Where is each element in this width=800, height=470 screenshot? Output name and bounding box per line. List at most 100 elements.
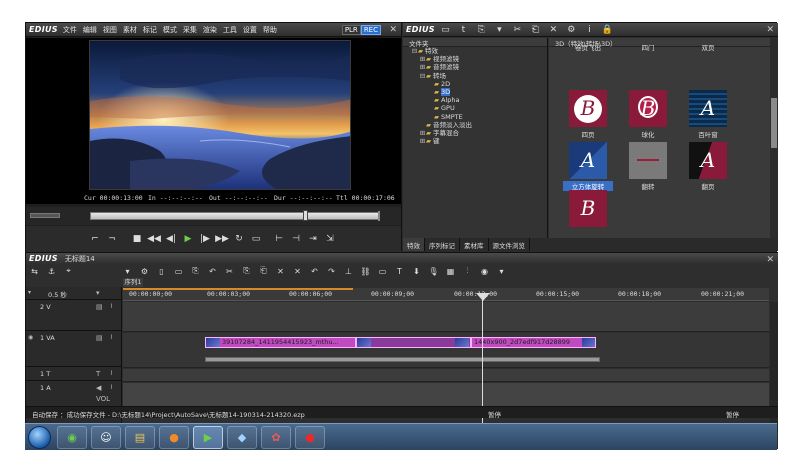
close-icon[interactable]: ✕ (389, 25, 397, 35)
lock-track-icon[interactable]: ◉ (28, 334, 36, 342)
tab-effects[interactable]: 特效 (403, 238, 425, 251)
tree-item[interactable]: ⊞▰ 字幕混合 (403, 129, 547, 137)
track-header-1t[interactable]: 1 T T ⌇ (26, 368, 122, 381)
video-track-icon[interactable]: ▤ (96, 303, 103, 311)
menu-view[interactable]: 视图 (103, 25, 117, 35)
delete-tool-icon[interactable]: ✕ (275, 266, 286, 277)
menu-clip[interactable]: 素材 (123, 25, 137, 35)
tree-item[interactable]: ⊟▰ 特效 (403, 47, 547, 55)
palette-close-icon[interactable]: ✕ (766, 25, 774, 35)
tree-item[interactable]: ▰ 3D (403, 87, 547, 96)
cut-icon[interactable]: ✂ (512, 25, 523, 35)
tree-toggle-icon[interactable]: ⊞ (419, 129, 426, 137)
delete-icon[interactable]: ✕ (548, 25, 559, 35)
tree-item[interactable]: ⊞▰ 音频滤镜 (403, 63, 547, 71)
lane-2v[interactable] (123, 302, 769, 332)
new-sequence-icon[interactable]: ▯ (156, 266, 167, 277)
save-project-icon[interactable]: ⎘ (190, 266, 201, 277)
effect-thumb[interactable]: B 球化 (623, 90, 673, 140)
new-folder-icon[interactable]: ⎘ (476, 25, 487, 35)
tree-toggle-icon[interactable]: ⊞ (419, 137, 426, 145)
menu-file[interactable]: 文件 (63, 25, 77, 35)
effect-thumb[interactable]: A 立方体旋转 (563, 142, 613, 192)
copy-icon[interactable]: ⎘ (241, 266, 252, 277)
view-icon[interactable]: ▾ (494, 25, 505, 35)
app-qq-icon[interactable]: ☺ (91, 426, 121, 449)
marker-icon[interactable]: ▭ (377, 266, 388, 277)
tree-item[interactable]: ▰ GPU (403, 104, 547, 112)
lock-icon[interactable]: 🔒 (602, 25, 613, 35)
title-icon[interactable]: T (394, 266, 405, 277)
menu-render[interactable]: 渲染 (203, 25, 217, 35)
position-knob[interactable] (303, 210, 308, 221)
effect-thumb[interactable]: B (563, 190, 613, 238)
tree-item[interactable]: ▰ SMPTE (403, 113, 547, 121)
insert-icon[interactable]: ⊢ (272, 232, 286, 246)
transition-clip[interactable] (356, 337, 471, 348)
app-firefox-icon[interactable]: ● (159, 426, 189, 449)
settings-icon[interactable]: ⚙ (566, 25, 577, 35)
sequence-icon[interactable]: ▾ (122, 266, 133, 277)
menu-settings[interactable]: 设置 (243, 25, 257, 35)
step-back-icon[interactable]: ◀| (164, 232, 178, 246)
tree-item[interactable]: ▰ Alpha (403, 96, 547, 104)
up-icon[interactable]: t (458, 25, 469, 35)
render-icon[interactable]: ◉ (479, 266, 490, 277)
snap-icon[interactable]: ⌖ (63, 266, 74, 277)
tab-sequence-markers[interactable]: 序列标记 (425, 238, 460, 251)
tree-toggle-icon[interactable]: ⊟ (411, 47, 418, 55)
tree-item[interactable]: ⊞▰ 视频滤镜 (403, 55, 547, 63)
position-bar[interactable] (90, 212, 380, 220)
ripple-delete-icon[interactable]: ✕ (292, 266, 303, 277)
menu-help[interactable]: 帮助 (263, 25, 277, 35)
effect-thumb[interactable]: 四门 (623, 40, 673, 90)
zoom-dropdown-icon[interactable]: ▾ (96, 289, 100, 297)
track-link-icon[interactable]: ⌇ (110, 384, 113, 391)
menu-capture[interactable]: 采集 (183, 25, 197, 35)
step-forward-icon[interactable]: |▶ (198, 232, 212, 246)
voiceover-icon[interactable]: 🎙 (428, 266, 439, 277)
tab-source-browser[interactable]: 源文件浏览 (489, 238, 530, 251)
export-icon[interactable]: ⇲ (323, 232, 337, 246)
effect-thumb[interactable]: A 百叶窗 (683, 90, 733, 140)
ripple-mode-icon[interactable]: ⇆ (29, 266, 40, 277)
overwrite-icon[interactable]: ⊣ (289, 232, 303, 246)
app-explorer-icon[interactable]: ▤ (125, 426, 155, 449)
add-cut-icon[interactable]: ⊥ (343, 266, 354, 277)
sync-lock-icon[interactable]: ⚓ (46, 266, 57, 277)
effect-thumb[interactable]: 卷页飞出 (563, 40, 613, 90)
set-in-icon[interactable]: ⌐ (88, 232, 102, 246)
video-audio-track-icon[interactable]: ▤ (96, 334, 103, 342)
start-button[interactable] (28, 426, 51, 449)
palette-scroll-thumb[interactable] (771, 98, 777, 148)
effect-thumb[interactable]: 双页 (683, 40, 733, 90)
tab-bin[interactable]: 素材库 (460, 238, 489, 251)
video-clip-1[interactable]: 39107284_1411954415923_mthu... (205, 337, 356, 348)
tree-item[interactable]: ⊟▰ 转场 (403, 72, 547, 80)
open-project-icon[interactable]: ▭ (173, 266, 184, 277)
tree-toggle-icon[interactable]: ⊞ (419, 63, 426, 71)
redo-edit-icon[interactable]: ↷ (326, 266, 337, 277)
link-icon[interactable]: ⛓ (360, 266, 371, 277)
tree-toggle-icon[interactable]: ⊞ (419, 55, 426, 63)
tree-item[interactable]: ▰ 2D (403, 80, 547, 88)
audio-waveform-bar[interactable] (205, 357, 600, 362)
paste-icon[interactable]: ⎗ (530, 25, 541, 35)
tree-item[interactable]: ⊞▰ 键 (403, 137, 547, 145)
track-link-icon[interactable]: ⌇ (110, 303, 113, 310)
audio-record-icon[interactable]: ⬇ (411, 266, 422, 277)
export-tool-icon[interactable]: ▾ (496, 266, 507, 277)
app-recorder-icon[interactable]: ● (295, 426, 325, 449)
plr-button[interactable]: PLR (341, 25, 361, 35)
fast-forward-icon[interactable]: ▶▶ (215, 232, 229, 246)
undo-icon[interactable]: ↶ (207, 266, 218, 277)
playhead-marker[interactable] (476, 293, 490, 301)
app-media-icon[interactable]: ◆ (227, 426, 257, 449)
volume-label[interactable]: VOL (96, 395, 110, 403)
paste-tool-icon[interactable]: ⎗ (258, 266, 269, 277)
lane-1t[interactable] (123, 369, 769, 382)
rewind-icon[interactable]: ◀◀ (147, 232, 161, 246)
track-link-icon[interactable]: ⌇ (110, 334, 113, 341)
new-icon[interactable]: ⚙ (139, 266, 150, 277)
shuttle-slider[interactable] (30, 213, 60, 218)
